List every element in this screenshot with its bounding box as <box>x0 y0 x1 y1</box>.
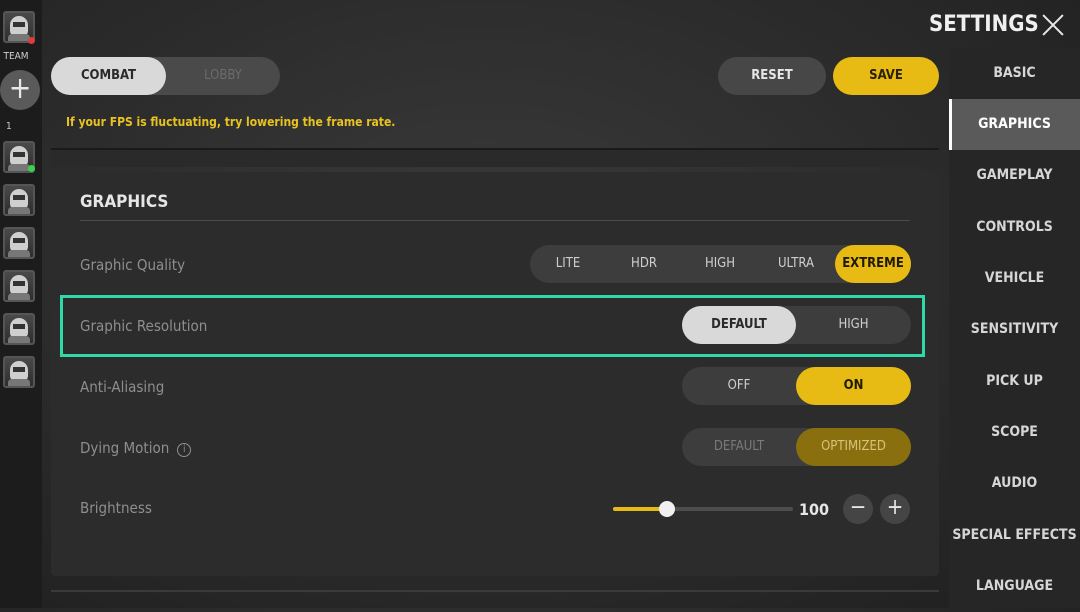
graphic-quality-selector: LITE HDR HIGH ULTRA EXTREME <box>530 245 911 283</box>
collapsed-panel <box>51 148 939 167</box>
close-icon[interactable] <box>1040 12 1066 38</box>
brightness-value: 100 <box>799 500 830 519</box>
settings-side-menu: BASIC GRAPHICS GAMEPLAY CONTROLS VEHICLE… <box>949 48 1080 608</box>
graphic-quality-option-extreme[interactable]: EXTREME <box>835 245 911 283</box>
dying-motion-option-optimized[interactable]: OPTIMIZED <box>796 428 911 466</box>
graphic-quality-option-lite[interactable]: LITE <box>530 245 606 283</box>
dying-motion-label-text: Dying Motion <box>80 439 170 457</box>
tab-lobby[interactable]: LOBBY <box>166 57 280 95</box>
highlight-box <box>60 295 925 357</box>
info-icon[interactable]: i <box>177 443 192 457</box>
brightness-label: Brightness <box>80 499 152 517</box>
friend-avatar[interactable] <box>3 184 35 216</box>
tab-combat[interactable]: COMBAT <box>51 57 166 95</box>
online-status-dot <box>28 165 35 172</box>
menu-item-language[interactable]: LANGUAGE <box>949 561 1080 612</box>
menu-item-graphics[interactable]: GRAPHICS <box>949 99 1080 150</box>
graphics-panel: GRAPHICS Graphic Quality LITE HDR HIGH U… <box>51 172 939 576</box>
anti-aliasing-label: Anti-Aliasing <box>80 378 165 396</box>
section-title: GRAPHICS <box>80 192 169 212</box>
brightness-slider[interactable] <box>613 501 793 517</box>
dying-motion-option-default[interactable]: DEFAULT <box>682 428 796 466</box>
graphic-quality-option-ultra[interactable]: ULTRA <box>758 245 834 283</box>
team-label: TEAM <box>3 51 29 62</box>
menu-item-sensitivity[interactable]: SENSITIVITY <box>949 304 1080 355</box>
anti-aliasing-selector: OFF ON <box>682 367 911 405</box>
menu-item-audio[interactable]: AUDIO <box>949 458 1080 509</box>
section-divider <box>80 220 910 221</box>
friend-avatar[interactable] <box>3 356 35 388</box>
brightness-slider-thumb[interactable] <box>659 501 675 517</box>
bottom-divider <box>51 590 939 592</box>
add-member-button[interactable]: + <box>0 70 40 110</box>
dying-motion-selector: DEFAULT OPTIMIZED <box>682 428 911 466</box>
team-count: 1 <box>6 121 12 132</box>
fps-hint: If your FPS is fluctuating, try lowering… <box>66 115 396 129</box>
menu-item-gameplay[interactable]: GAMEPLAY <box>949 150 1080 201</box>
graphic-quality-option-high[interactable]: HIGH <box>682 245 758 283</box>
friend-avatar[interactable] <box>3 227 35 259</box>
team-strip: TEAM + 1 <box>0 0 42 608</box>
anti-aliasing-option-off[interactable]: OFF <box>682 367 796 405</box>
reset-button[interactable]: RESET <box>718 57 826 95</box>
menu-item-special-effects[interactable]: SPECIAL EFFECTS <box>949 510 1080 561</box>
anti-aliasing-option-on[interactable]: ON <box>796 367 911 405</box>
menu-item-basic[interactable]: BASIC <box>949 48 1080 99</box>
friend-avatar[interactable] <box>3 313 35 345</box>
menu-item-controls[interactable]: CONTROLS <box>949 202 1080 253</box>
graphic-quality-option-hdr[interactable]: HDR <box>606 245 682 283</box>
friend-avatar[interactable] <box>3 270 35 302</box>
settings-title: SETTINGS <box>929 12 1039 37</box>
mode-toggle: COMBAT LOBBY <box>51 57 280 95</box>
brightness-decrease-button[interactable]: − <box>843 494 873 524</box>
brightness-increase-button[interactable]: + <box>880 494 910 524</box>
status-dot-red <box>28 37 35 44</box>
save-button[interactable]: SAVE <box>833 57 939 95</box>
graphic-quality-label: Graphic Quality <box>80 256 186 274</box>
menu-item-pick-up[interactable]: PICK UP <box>949 356 1080 407</box>
menu-item-scope[interactable]: SCOPE <box>949 407 1080 458</box>
menu-item-vehicle[interactable]: VEHICLE <box>949 253 1080 304</box>
dying-motion-label: Dying Motion i <box>80 439 192 457</box>
